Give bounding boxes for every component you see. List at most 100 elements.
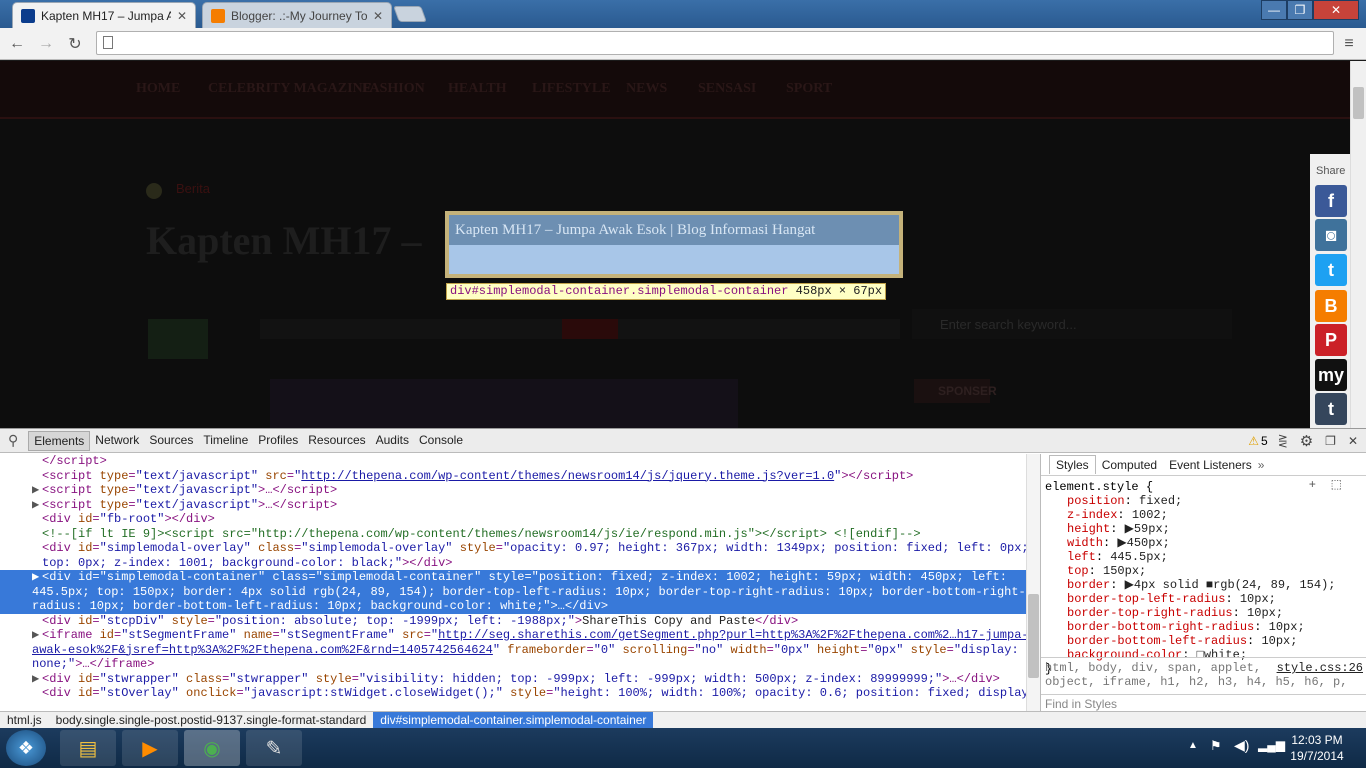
styles-tab-computed[interactable]: Computed: [1096, 456, 1163, 474]
property-name[interactable]: border-bottom-right-radius: [1067, 620, 1254, 634]
expand-triangle-icon[interactable]: ▶: [32, 570, 42, 585]
expand-triangle-icon[interactable]: ▶: [32, 672, 42, 687]
property-name[interactable]: z-index: [1067, 508, 1117, 522]
breadcrumb-item[interactable]: div#simplemodal-container.simplemodal-co…: [373, 711, 654, 729]
toggle-state-icon[interactable]: ⬚: [1331, 478, 1342, 492]
drawer-icon[interactable]: ⋛: [1278, 434, 1288, 448]
property-value[interactable]: 150px;: [1103, 564, 1146, 578]
maximize-button[interactable]: ❐: [1287, 0, 1313, 20]
minimize-button[interactable]: —: [1261, 0, 1287, 20]
property-name[interactable]: border: [1067, 578, 1110, 592]
style-property[interactable]: border-top-right-radius: 10px;: [1045, 606, 1362, 620]
start-button[interactable]: ❖: [6, 730, 46, 766]
dom-node-line[interactable]: ▶ <script type="text/javascript">…</scrip…: [0, 483, 1040, 498]
dom-node-line[interactable]: <div id="simplemodal-overlay" class="sim…: [0, 541, 1040, 556]
nav-item-sensasi[interactable]: SENSASI: [698, 81, 756, 97]
property-value[interactable]: 10px;: [1261, 634, 1297, 648]
network-icon[interactable]: ▂▄▆: [1258, 738, 1285, 752]
explorer-icon[interactable]: ▤: [60, 730, 116, 766]
tab-active[interactable]: Kapten MH17 – Jumpa Aw ✕: [12, 2, 196, 28]
style-property[interactable]: border: ▶4px solid ■rgb(24, 89, 154);: [1045, 578, 1362, 592]
dom-node-line[interactable]: ▶ <iframe id="stSegmentFrame" name="stSeg…: [0, 628, 1040, 643]
more-tabs-icon[interactable]: »: [1258, 458, 1265, 472]
tray-arrow-icon[interactable]: ▲: [1188, 740, 1198, 751]
forward-icon[interactable]: →: [35, 33, 57, 55]
volume-icon[interactable]: ◀): [1234, 737, 1249, 754]
style-property[interactable]: z-index: 1002;: [1045, 508, 1362, 522]
style-property[interactable]: width: ▶450px;: [1045, 536, 1362, 550]
dom-node-line[interactable]: <div id="fb-root"></div>: [0, 512, 1040, 527]
back-icon[interactable]: ←: [6, 33, 28, 55]
category-link[interactable]: Berita: [176, 181, 210, 196]
devtools-close-icon[interactable]: ✕: [1348, 434, 1358, 448]
chrome-icon[interactable]: ◉: [184, 730, 240, 766]
nav-item-news[interactable]: NEWS: [626, 81, 667, 97]
dom-node-line[interactable]: </script>: [0, 454, 1040, 469]
instagram-icon[interactable]: ◙: [1315, 219, 1347, 251]
style-property[interactable]: top: 150px;: [1045, 564, 1362, 578]
facebook-icon[interactable]: f: [1315, 185, 1347, 217]
nav-item-health[interactable]: HEALTH: [448, 81, 507, 97]
tab-close-icon[interactable]: ✕: [177, 9, 187, 23]
style-property[interactable]: left: 445.5px;: [1045, 550, 1362, 564]
find-in-styles-input[interactable]: Find in Styles: [1041, 694, 1366, 712]
selected-dom-node[interactable]: ▶ <div id="simplemodal-container" class="…: [0, 570, 1040, 585]
selected-dom-node[interactable]: radius: 10px; border-bottom-left-radius:…: [0, 599, 1040, 614]
dom-node-line[interactable]: top: 0px; z-index: 1001; background-colo…: [0, 556, 1040, 571]
stylesheet-link[interactable]: style.css:26: [1277, 661, 1363, 675]
elements-scrollbar[interactable]: [1026, 454, 1040, 712]
dom-node-line[interactable]: <div id="stOverlay" onclick="javascript:…: [0, 686, 1040, 701]
property-name[interactable]: width: [1067, 536, 1103, 550]
page-scrollbar[interactable]: [1350, 61, 1366, 428]
breadcrumb-item[interactable]: body.single.single-post.postid-9137.sing…: [49, 713, 374, 727]
property-value[interactable]: ▶450px;: [1117, 536, 1169, 550]
page-scroll-thumb[interactable]: [1353, 87, 1364, 119]
selected-dom-node[interactable]: 445.5px; top: 150px; border: 4px solid r…: [0, 584, 1040, 599]
elements-tree[interactable]: </script> <script type="text/javascript" …: [0, 454, 1040, 712]
tab-blogger[interactable]: Blogger: .:-My Journey To ✕: [202, 2, 392, 28]
expand-triangle-icon[interactable]: ▶: [32, 498, 42, 513]
paint-icon[interactable]: ✎: [246, 730, 302, 766]
property-value[interactable]: 1002;: [1132, 508, 1168, 522]
elements-scroll-thumb[interactable]: [1028, 594, 1039, 678]
property-value[interactable]: 10px;: [1247, 606, 1283, 620]
tab-network[interactable]: Network: [90, 431, 144, 451]
tab-audits[interactable]: Audits: [371, 431, 414, 451]
nav-item-sport[interactable]: SPORT: [786, 81, 832, 97]
style-property[interactable]: border-top-left-radius: 10px;: [1045, 592, 1362, 606]
tab-timeline[interactable]: Timeline: [198, 431, 253, 451]
property-name[interactable]: border-top-left-radius: [1067, 592, 1225, 606]
dom-node-line[interactable]: ▶ <script type="text/javascript">…</scrip…: [0, 498, 1040, 513]
media-player-icon[interactable]: ▶: [122, 730, 178, 766]
add-rule-icon[interactable]: +: [1309, 478, 1316, 492]
expand-triangle-icon[interactable]: ▶: [32, 483, 42, 498]
breadcrumb-item[interactable]: html.js: [0, 713, 49, 727]
tab-profiles[interactable]: Profiles: [253, 431, 303, 451]
tab-resources[interactable]: Resources: [303, 431, 370, 451]
dock-icon[interactable]: ❐: [1325, 434, 1336, 448]
style-property[interactable]: border-bottom-right-radius: 10px;: [1045, 620, 1362, 634]
nav-item-home[interactable]: HOME: [136, 81, 180, 97]
tab-sources[interactable]: Sources: [144, 431, 198, 451]
property-value[interactable]: ▶4px solid ■rgb(24, 89, 154);: [1125, 578, 1336, 592]
expand-triangle-icon[interactable]: ▶: [32, 628, 42, 643]
address-bar[interactable]: [96, 31, 1334, 55]
tab-close-icon[interactable]: ✕: [373, 9, 383, 23]
warning-icon[interactable]: ⚠: [1248, 434, 1259, 448]
dom-node-line[interactable]: <script type="text/javascript" src="http…: [0, 469, 1040, 484]
gear-icon[interactable]: ⚙: [1300, 432, 1313, 450]
taskbar-clock[interactable]: 12:03 PM 19/7/2014: [1282, 732, 1352, 764]
new-tab-button[interactable]: [393, 6, 427, 22]
menu-icon[interactable]: ≡: [1338, 33, 1360, 55]
style-property[interactable]: height: ▶59px;: [1045, 522, 1362, 536]
property-name[interactable]: top: [1067, 564, 1089, 578]
property-name[interactable]: border-top-right-radius: [1067, 606, 1233, 620]
tab-elements[interactable]: Elements: [28, 430, 91, 451]
dom-node-line[interactable]: ▶ <div id="stwrapper" class="stwrapper" s…: [0, 672, 1040, 687]
property-name[interactable]: left: [1067, 550, 1096, 564]
search-icon[interactable]: ⚲: [8, 432, 18, 449]
property-name[interactable]: border-bottom-left-radius: [1067, 634, 1247, 648]
nav-item-lifestyle[interactable]: LIFESTYLE: [532, 81, 611, 97]
tumblr-icon[interactable]: t: [1315, 393, 1347, 425]
dom-node-line[interactable]: <div id="stcpDiv" style="position: absol…: [0, 614, 1040, 629]
